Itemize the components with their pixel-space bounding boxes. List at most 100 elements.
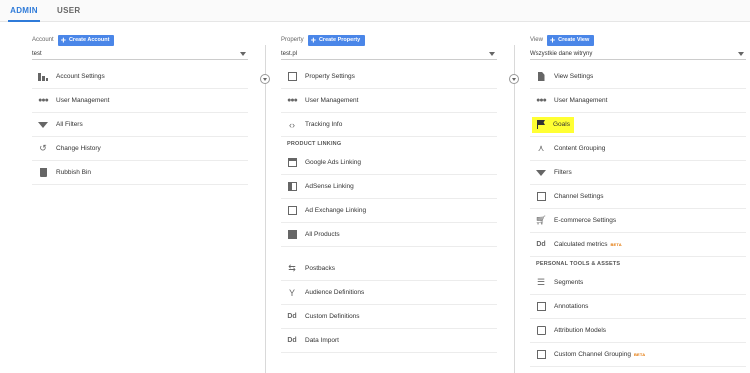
menu-item-annotations[interactable]: Annotations xyxy=(530,295,746,319)
menu-item-property-settings[interactable]: Property Settings xyxy=(281,65,497,89)
menu-item-attribution-models[interactable]: Attribution Models xyxy=(530,319,746,343)
menu-item-label: Postbacks xyxy=(305,265,335,272)
menu-item-account-settings[interactable]: Account Settings xyxy=(32,65,248,89)
menu-item-label: Filters xyxy=(554,169,572,176)
dd-icon: Dd xyxy=(536,241,546,248)
section-heading-personal-tools: PERSONAL TOOLS & ASSETS xyxy=(536,261,621,267)
history-icon: ↺ xyxy=(39,143,47,153)
view-selected-value: Wszystkie dane witryny xyxy=(530,51,593,57)
menu-item-all-filters[interactable]: All Filters xyxy=(32,113,248,137)
beta-badge: BETA xyxy=(610,242,622,247)
menu-item-label: Audience Definitions xyxy=(305,289,365,296)
account-label: Account xyxy=(32,37,54,43)
collapse-toggle-icon[interactable] xyxy=(260,74,270,84)
view-column: View + Create View Wszystkie dane witryn… xyxy=(530,22,746,373)
menu-item-label: Data Import xyxy=(305,337,339,344)
view-selector[interactable]: Wszystkie dane witryny xyxy=(530,49,746,60)
beta-badge: BETA xyxy=(633,352,646,357)
menu-item-custom-channel-grouping[interactable]: Custom Channel Grouping BETA xyxy=(530,343,746,367)
segments-icon: ☰ xyxy=(536,277,546,287)
people-icon: ●●● xyxy=(38,97,49,104)
menu-item-user-management[interactable]: ●●● User Management xyxy=(281,89,497,113)
dd-icon: Dd xyxy=(287,313,297,320)
tab-admin[interactable]: ADMIN xyxy=(8,0,40,22)
menu-item-rubbish-bin[interactable]: Rubbish Bin xyxy=(32,161,248,185)
people-icon: ●●● xyxy=(287,97,298,104)
menu-item-label: Custom Channel Grouping xyxy=(554,351,631,358)
channel-icon xyxy=(535,191,547,203)
dropdown-caret-icon xyxy=(738,52,744,56)
menu-item-label: View Settings xyxy=(554,73,594,80)
menu-item-label: Annotations xyxy=(554,303,589,310)
adsense-icon xyxy=(286,181,298,193)
menu-item-tracking-info[interactable]: ‹› Tracking Info xyxy=(281,113,497,137)
menu-item-label: Content Grouping xyxy=(554,145,606,152)
menu-item-postbacks[interactable]: ⇆ Postbacks xyxy=(281,257,497,281)
menu-item-label: User Management xyxy=(305,97,359,104)
trash-icon xyxy=(37,167,49,179)
menu-item-label: Account Settings xyxy=(56,73,105,80)
menu-item-label: User Management xyxy=(56,97,110,104)
menu-item-user-management[interactable]: ●●● User Management xyxy=(530,89,746,113)
dd-icon: Dd xyxy=(287,337,297,344)
comment-icon xyxy=(535,301,547,313)
create-property-label: Create Property xyxy=(318,37,361,43)
menu-item-label: Tracking Info xyxy=(305,121,343,128)
create-account-label: Create Account xyxy=(68,37,110,43)
people-icon: ●●● xyxy=(536,97,547,104)
goals-highlight: Goals xyxy=(532,116,574,133)
view-header: View + Create View xyxy=(530,34,595,46)
menu-item-change-history[interactable]: ↺ Change History xyxy=(32,137,248,161)
dropdown-caret-icon xyxy=(489,52,495,56)
account-column: Account + Create Account test Account Se… xyxy=(32,22,248,373)
flag-icon xyxy=(535,119,547,131)
menu-item-ecommerce-settings[interactable]: 🛒︎ E-commerce Settings xyxy=(530,209,746,233)
collapse-toggle-icon[interactable] xyxy=(509,74,519,84)
plus-icon: + xyxy=(549,34,556,45)
cart-icon: 🛒︎ xyxy=(535,215,547,225)
menu-item-audience-definitions[interactable]: Y Audience Definitions xyxy=(281,281,497,305)
audience-icon: Y xyxy=(288,287,295,298)
menu-item-ad-exchange-linking[interactable]: Ad Exchange Linking xyxy=(281,199,497,223)
ads-icon xyxy=(286,157,298,169)
menu-item-google-ads-linking[interactable]: Google Ads Linking xyxy=(281,151,497,175)
menu-item-label: Change History xyxy=(56,145,101,152)
menu-item-custom-definitions[interactable]: Dd Custom Definitions xyxy=(281,305,497,329)
menu-item-filters[interactable]: Filters xyxy=(530,161,746,185)
document-icon xyxy=(535,71,547,83)
column-divider xyxy=(514,45,515,373)
menu-item-label: E-commerce Settings xyxy=(554,217,617,224)
property-column: Property + Create Property test.pl Prope… xyxy=(281,22,497,373)
menu-item-user-management[interactable]: ●●● User Management xyxy=(32,89,248,113)
property-selector[interactable]: test.pl xyxy=(281,49,497,60)
menu-item-all-products[interactable]: All Products xyxy=(281,223,497,247)
top-tabs: ADMIN USER xyxy=(0,0,750,22)
property-label: Property xyxy=(281,37,304,43)
menu-item-channel-settings[interactable]: Channel Settings xyxy=(530,185,746,209)
account-header: Account + Create Account xyxy=(32,34,115,46)
grid-icon xyxy=(286,229,298,241)
menu-item-label: AdSense Linking xyxy=(305,183,354,190)
menu-item-goals[interactable]: Goals xyxy=(530,113,746,137)
menu-item-label: Google Ads Linking xyxy=(305,159,362,166)
menu-item-label: Attribution Models xyxy=(554,327,607,334)
account-selector[interactable]: test xyxy=(32,49,248,60)
menu-item-adsense-linking[interactable]: AdSense Linking xyxy=(281,175,497,199)
menu-item-label: All Products xyxy=(305,231,340,238)
create-account-button[interactable]: + Create Account xyxy=(57,34,115,46)
menu-item-view-settings[interactable]: View Settings xyxy=(530,65,746,89)
plus-icon: + xyxy=(60,34,66,45)
menu-item-content-grouping[interactable]: ⋏ Content Grouping xyxy=(530,137,746,161)
menu-item-segments[interactable]: ☰ Segments xyxy=(530,271,746,295)
create-view-button[interactable]: + Create View xyxy=(546,34,595,46)
create-property-button[interactable]: + Create Property xyxy=(307,34,366,46)
account-selected-value: test xyxy=(32,51,42,57)
menu-item-data-import[interactable]: Dd Data Import xyxy=(281,329,497,353)
create-view-label: Create View xyxy=(558,37,590,43)
menu-item-label: All Filters xyxy=(56,121,83,128)
dropdown-caret-icon xyxy=(240,52,246,56)
tab-user[interactable]: USER xyxy=(57,0,80,22)
property-selected-value: test.pl xyxy=(281,51,298,57)
menu-item-calculated-metrics[interactable]: Dd Calculated metrics BETA xyxy=(530,233,746,257)
